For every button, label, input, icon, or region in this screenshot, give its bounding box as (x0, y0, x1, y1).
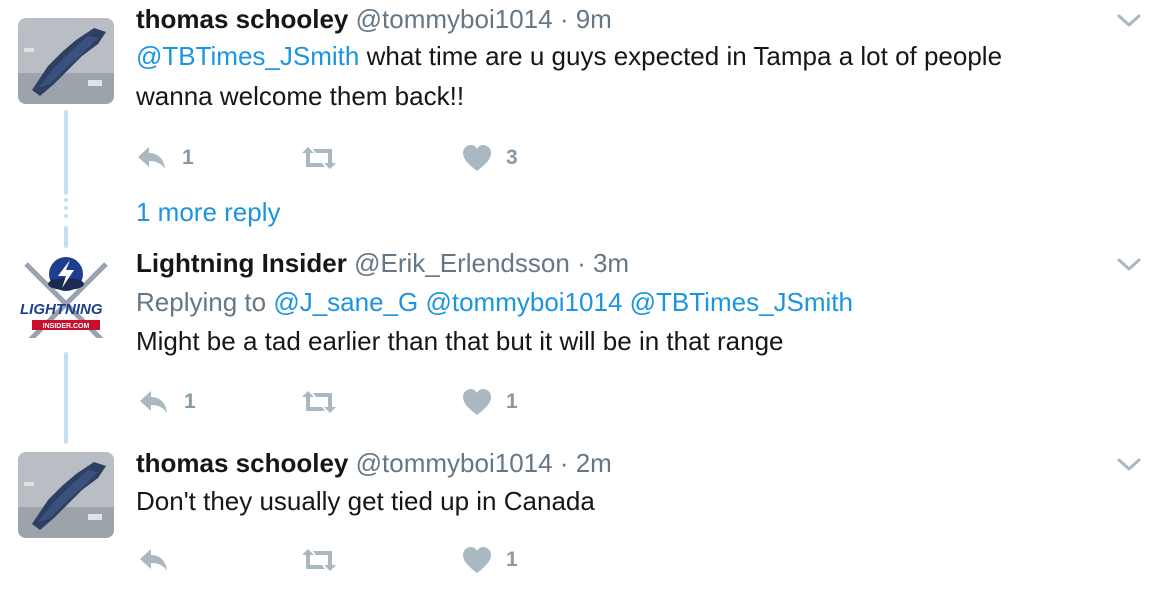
retweet-button[interactable] (300, 545, 352, 575)
reply-icon (138, 147, 165, 169)
chevron-down-icon[interactable] (1116, 456, 1142, 474)
retweet-icon (302, 147, 336, 169)
mention-link[interactable]: @J_sane_G (273, 287, 418, 317)
tweet[interactable]: LIGHTNING INSIDER.COM Lightning Insider … (0, 240, 1156, 430)
separator-dot: · (559, 448, 569, 478)
tweet[interactable]: thomas schooley @tommyboi1014 · 9m @TBTi… (0, 0, 1156, 190)
tweet-header: Lightning Insider @Erik_Erlendsson · 3m (136, 248, 629, 279)
tweet-actions: 1 (136, 545, 636, 575)
display-name[interactable]: thomas schooley (136, 4, 348, 34)
like-count: 3 (506, 146, 518, 169)
mention-link[interactable]: @TBTimes_JSmith (136, 41, 359, 71)
tweet-text: @TBTimes_JSmith what time are u guys exp… (136, 36, 1116, 116)
tweet[interactable]: thomas schooley @tommyboi1014 · 2m Don't… (0, 440, 1156, 594)
retweet-icon (302, 391, 336, 413)
like-button[interactable]: 1 (462, 545, 518, 575)
heart-icon (463, 547, 491, 573)
tweet-actions: 1 1 (136, 387, 636, 417)
mention-link[interactable]: @TBTimes_JSmith (630, 287, 853, 317)
username[interactable]: @Erik_Erlendsson (354, 248, 570, 278)
conversation-thread: thomas schooley @tommyboi1014 · 9m @TBTi… (0, 0, 1156, 594)
tweet-text: Might be a tad earlier than that but it … (136, 326, 784, 356)
replying-to-label: Replying to (136, 287, 267, 317)
like-button[interactable]: 1 (462, 387, 518, 417)
retweet-icon (302, 549, 336, 571)
tweet-header: thomas schooley @tommyboi1014 · 9m (136, 4, 612, 35)
reply-button[interactable] (138, 545, 184, 575)
heart-icon (463, 145, 491, 171)
separator-dot: · (559, 4, 569, 34)
timestamp[interactable]: 2m (576, 448, 612, 478)
reply-button[interactable]: 1 (138, 387, 196, 417)
timestamp[interactable]: 3m (593, 248, 629, 278)
chevron-down-icon[interactable] (1116, 256, 1142, 274)
thread-dots (64, 198, 68, 222)
avatar[interactable]: LIGHTNING INSIDER.COM (18, 252, 114, 338)
more-replies-link[interactable]: 1 more reply (136, 197, 281, 228)
replying-to-line: Replying to @J_sane_G @tommyboi1014 @TBT… (136, 282, 1116, 322)
like-count: 1 (506, 390, 518, 413)
chevron-down-icon[interactable] (1116, 12, 1142, 30)
mention-link[interactable]: @tommyboi1014 (425, 287, 622, 317)
retweet-button[interactable] (300, 143, 352, 173)
tweet-text-part: wanna welcome them back!! (136, 81, 465, 111)
reply-icon (140, 391, 167, 413)
reply-icon (140, 549, 167, 571)
reply-count: 1 (182, 146, 194, 169)
separator-dot: · (577, 248, 586, 278)
tweet-actions: 1 3 (136, 143, 636, 173)
reply-button[interactable]: 1 (136, 143, 194, 173)
timestamp[interactable]: 9m (576, 4, 612, 34)
like-count: 1 (506, 548, 518, 571)
logo-subtext: INSIDER.COM (43, 323, 90, 330)
display-name[interactable]: thomas schooley (136, 448, 348, 478)
avatar[interactable] (18, 452, 114, 538)
avatar[interactable] (18, 18, 114, 104)
display-name[interactable]: Lightning Insider (136, 248, 347, 278)
username[interactable]: @tommyboi1014 (356, 448, 553, 478)
tweet-text-part: what time are u guys expected in Tampa a… (359, 41, 1003, 71)
tweet-text: Don't they usually get tied up in Canada (136, 486, 595, 516)
logo-text: LIGHTNING (20, 301, 103, 318)
like-button[interactable]: 3 (462, 143, 518, 173)
retweet-button[interactable] (300, 387, 352, 417)
reply-count: 1 (184, 390, 196, 413)
username[interactable]: @tommyboi1014 (356, 4, 553, 34)
tweet-header: thomas schooley @tommyboi1014 · 2m (136, 448, 612, 479)
heart-icon (463, 389, 491, 415)
